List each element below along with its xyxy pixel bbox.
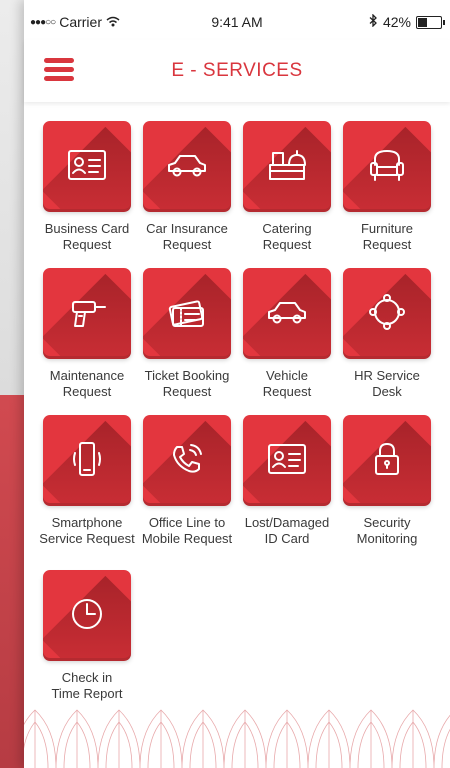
service-tile[interactable]: HR Service Desk xyxy=(343,268,443,408)
car-icon xyxy=(168,155,206,177)
service-tile-button[interactable] xyxy=(143,415,231,503)
service-tile-label: Office Line to Mobile Request xyxy=(141,515,233,546)
people-circle-icon xyxy=(369,294,405,330)
service-tile-label: Ticket Booking Request xyxy=(144,368,230,399)
service-tile-button[interactable] xyxy=(243,121,331,209)
battery-percentage: 42% xyxy=(382,14,411,30)
page-title: E - SERVICES xyxy=(171,60,303,81)
service-tile-button[interactable] xyxy=(243,415,331,503)
armchair-icon xyxy=(370,150,404,181)
service-tile-button[interactable] xyxy=(43,268,131,356)
bluetooth-icon xyxy=(369,13,378,30)
service-tile[interactable]: Ticket Booking Request xyxy=(143,268,243,408)
decorative-pattern xyxy=(24,709,450,768)
service-tile[interactable]: Furniture Request xyxy=(343,121,443,261)
service-tile-label: Smartphone Service Request xyxy=(39,515,135,546)
service-tile[interactable]: Office Line to Mobile Request xyxy=(142,415,243,555)
service-tile[interactable]: Business Card Request xyxy=(43,121,143,261)
service-tile-label: HR Service Desk xyxy=(354,368,420,399)
background-panel xyxy=(0,0,24,395)
clock-icon xyxy=(72,599,102,629)
service-tile-button[interactable] xyxy=(143,121,231,209)
padlock-icon xyxy=(375,443,399,475)
service-tile-button[interactable] xyxy=(343,415,431,503)
service-tile-label: Vehicle Request xyxy=(262,368,312,399)
service-tile[interactable]: Lost/Damaged ID Card xyxy=(243,415,343,555)
service-tile[interactable]: Check in Time Report xyxy=(43,570,143,710)
service-tile-button[interactable] xyxy=(343,268,431,356)
smartphone-icon xyxy=(73,442,101,476)
service-tile-label: Catering Request xyxy=(262,221,312,252)
status-bar: ●●●○○ Carrier 9:41 AM 42% xyxy=(24,0,450,40)
service-tile-label: Business Card Request xyxy=(44,221,130,252)
tickets-icon xyxy=(168,300,204,327)
service-tile-label: Lost/Damaged ID Card xyxy=(244,515,330,546)
service-tile-label: Check in Time Report xyxy=(51,670,123,701)
app-screen: ●●●○○ Carrier 9:41 AM 42% E - SERVICES B… xyxy=(24,0,450,768)
service-tile-button[interactable] xyxy=(243,268,331,356)
background-red-panel xyxy=(0,395,24,768)
service-tile[interactable]: Maintenance Request xyxy=(43,268,143,408)
car-icon xyxy=(268,302,306,324)
service-tile-button[interactable] xyxy=(43,570,131,658)
service-tile[interactable]: Security Monitoring xyxy=(343,415,443,555)
app-header: E - SERVICES xyxy=(24,40,450,102)
service-tile-button[interactable] xyxy=(43,121,131,209)
service-tile[interactable]: Vehicle Request xyxy=(243,268,343,408)
service-tile-button[interactable] xyxy=(143,268,231,356)
service-tile[interactable]: Catering Request xyxy=(243,121,343,261)
service-tile-label: Car Insurance Request xyxy=(146,221,228,252)
service-tile[interactable]: Smartphone Service Request xyxy=(39,415,143,555)
service-tile[interactable]: Car Insurance Request xyxy=(143,121,243,261)
phone-call-icon xyxy=(173,444,202,473)
battery-level xyxy=(418,17,428,27)
id-card-icon xyxy=(68,150,106,180)
battery-icon xyxy=(416,15,445,29)
catering-cart-icon xyxy=(269,150,306,180)
drill-icon xyxy=(72,301,106,327)
service-tile-label: Furniture Request xyxy=(360,221,414,252)
id-card-icon xyxy=(268,444,306,474)
service-tile-button[interactable] xyxy=(343,121,431,209)
service-tile-label: Maintenance Request xyxy=(49,368,125,399)
service-tile-button[interactable] xyxy=(43,415,131,503)
service-tile-label: Security Monitoring xyxy=(356,515,418,546)
